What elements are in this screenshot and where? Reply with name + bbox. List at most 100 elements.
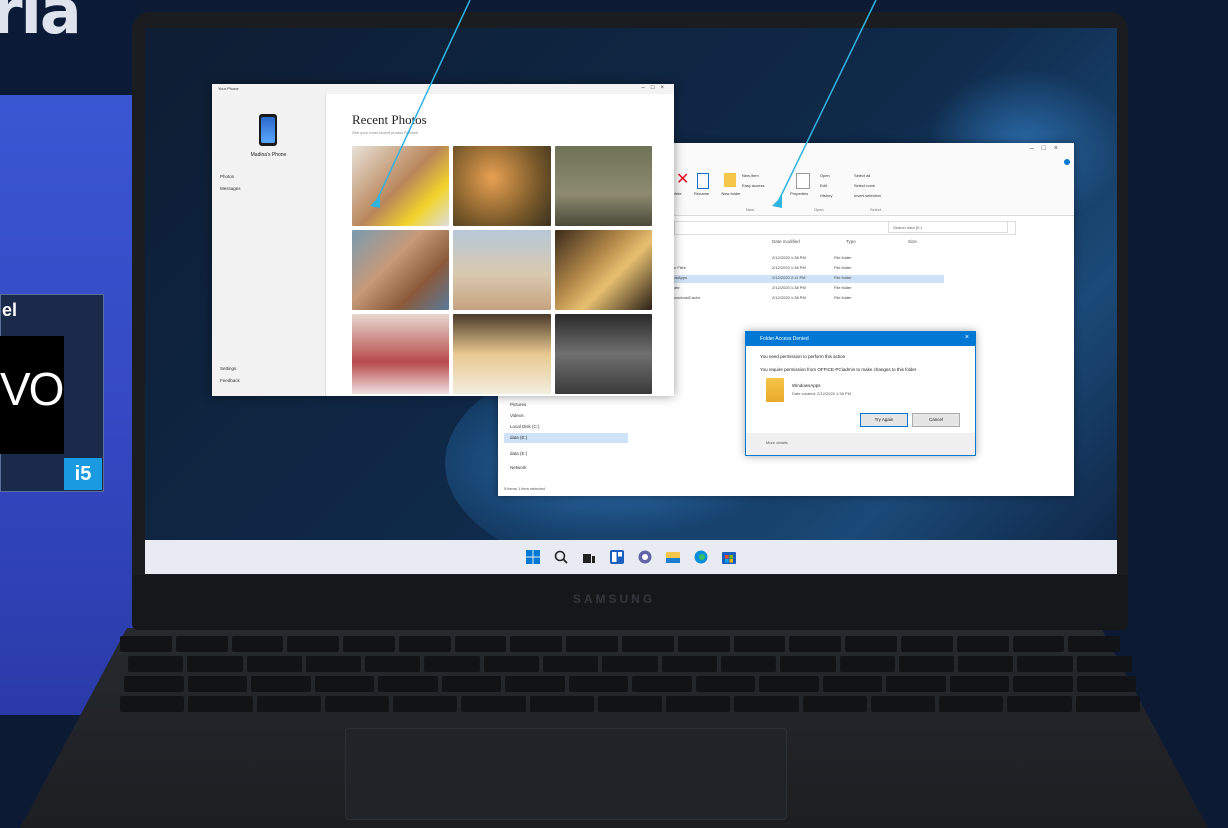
sidebar-item-messages[interactable]: Messages [220,186,241,191]
phone-link-window[interactable]: Your Phone –□× Madina's Phone Photos Mes… [212,84,674,396]
store-icon[interactable] [720,548,738,566]
column-date-modified[interactable]: Date modified [772,239,800,244]
nav-item-data[interactable]: data (E:) [510,451,527,456]
help-icon[interactable] [1064,159,1070,165]
rename-button[interactable]: Rename [694,191,709,196]
key [305,656,362,672]
file-name: ownloadCache [674,295,701,300]
properties-icon[interactable] [796,173,810,189]
easy-access-button[interactable]: Easy access [742,183,764,188]
key [1012,636,1065,652]
new-folder-button[interactable]: New folder [720,191,742,196]
key [529,696,594,712]
phone-device-name: Madina's Phone [250,152,287,158]
key [393,696,458,712]
table-row[interactable]: n Files 2/12/2020 1:38 PM File folder [674,265,944,273]
nav-item-local-disk[interactable]: Local Disk (C:) [510,424,540,429]
table-row[interactable]: ownloadCache 2/12/2020 1:38 PM File fold… [674,295,944,303]
photo-family[interactable] [352,230,450,310]
properties-button[interactable]: Properties [790,191,808,196]
cancel-button[interactable]: Cancel [912,413,960,427]
taskbar [145,540,1117,574]
photo-storefront[interactable] [554,314,652,394]
key [441,676,501,692]
photo-flowers[interactable] [453,146,551,226]
key [839,656,895,672]
nav-item-network[interactable]: Network [510,465,527,470]
ribbon-group-select: Select [870,207,882,212]
history-button[interactable]: History [820,193,832,198]
table-row[interactable]: 2/12/2020 1:38 PM File folder [674,255,944,263]
close-icon[interactable]: × [965,334,969,341]
photo-dessert[interactable] [352,314,450,394]
column-type[interactable]: Type [846,239,856,244]
key [602,656,658,672]
file-date: 2/12/2020 2:11 PM [772,275,806,280]
key [632,676,692,692]
key [939,696,1004,712]
phone-device-screen [261,117,275,143]
dialog-folder-name: WindowsApps [792,383,821,388]
file-type: File folder [834,285,852,290]
table-row-selected[interactable]: vsApps 2/12/2020 2:11 PM File folder [674,275,944,283]
try-again-button[interactable]: Try Again [860,413,908,427]
key [510,636,563,652]
keyboard [120,636,1144,724]
key [949,676,1009,692]
evo-label: VO [0,363,64,415]
photo-bakery[interactable] [554,230,652,310]
photo-dog[interactable] [352,146,450,226]
select-none-button[interactable]: Select none [854,183,875,188]
column-size[interactable]: Size [908,239,917,244]
explorer-window-controls[interactable]: –□× [1030,145,1066,152]
ribbon-group-new: New [746,207,755,212]
chat-icon[interactable] [636,548,654,566]
windows-start-icon[interactable] [524,548,542,566]
select-all-button[interactable]: Select all [854,173,870,178]
rename-icon[interactable] [697,173,709,189]
search-icon[interactable] [552,548,570,566]
file-date: 2/12/2020 1:38 PM [772,265,806,270]
phone-sidebar: Madina's Phone Photos Messages Settings … [212,94,326,396]
key [454,636,507,652]
nav-item-pictures[interactable]: Pictures [510,402,526,407]
sidebar-item-photos[interactable]: Photos [220,174,234,179]
key [378,676,438,692]
photo-beach[interactable] [453,230,551,310]
nav-item-videos[interactable]: Videos [510,413,524,418]
sidebar-item-feedback[interactable]: Feedback [220,378,240,383]
keyboard-row [128,656,1133,672]
edit-button[interactable]: Edit [820,183,827,188]
access-denied-dialog[interactable]: Folder Access Denied × You need permissi… [745,331,976,456]
photo-food[interactable] [453,314,551,394]
key [1017,656,1073,672]
delete-icon[interactable]: ✕ [676,172,690,188]
file-name: vsApps [674,275,688,280]
sidebar-item-settings[interactable]: Settings [220,366,236,371]
invert-selection-button[interactable]: Invert selection [854,193,881,198]
trackpad [345,728,787,820]
key [175,636,228,652]
search-input[interactable]: Search data (E:) [888,221,1008,233]
file-date: 2/12/2020 1:38 PM [772,295,806,300]
key [231,636,284,652]
key [128,656,184,672]
task-view-icon[interactable] [580,548,598,566]
table-row[interactable]: ate 2/12/2020 1:38 PM File folder [674,285,944,293]
key [187,656,243,672]
new-folder-icon[interactable] [724,173,736,187]
key [802,696,867,712]
file-explorer-icon[interactable] [664,548,682,566]
nav-item-data-selected[interactable]: data (E:) [510,435,527,440]
dialog-detail: You require permission from OFFICE-PC\ad… [760,367,917,372]
new-item-button[interactable]: New item [742,173,759,178]
more-details-toggle[interactable]: More details [766,440,788,445]
file-type: File folder [834,265,852,270]
phone-window-controls[interactable]: –□× [642,85,670,91]
photo-legs[interactable] [554,146,652,226]
open-button[interactable]: Open [820,173,830,178]
dialog-folder-date: Date created: 2/12/2020 1:38 PM [792,391,851,396]
key [666,696,731,712]
edge-browser-icon[interactable] [692,548,710,566]
widgets-icon[interactable] [608,548,626,566]
